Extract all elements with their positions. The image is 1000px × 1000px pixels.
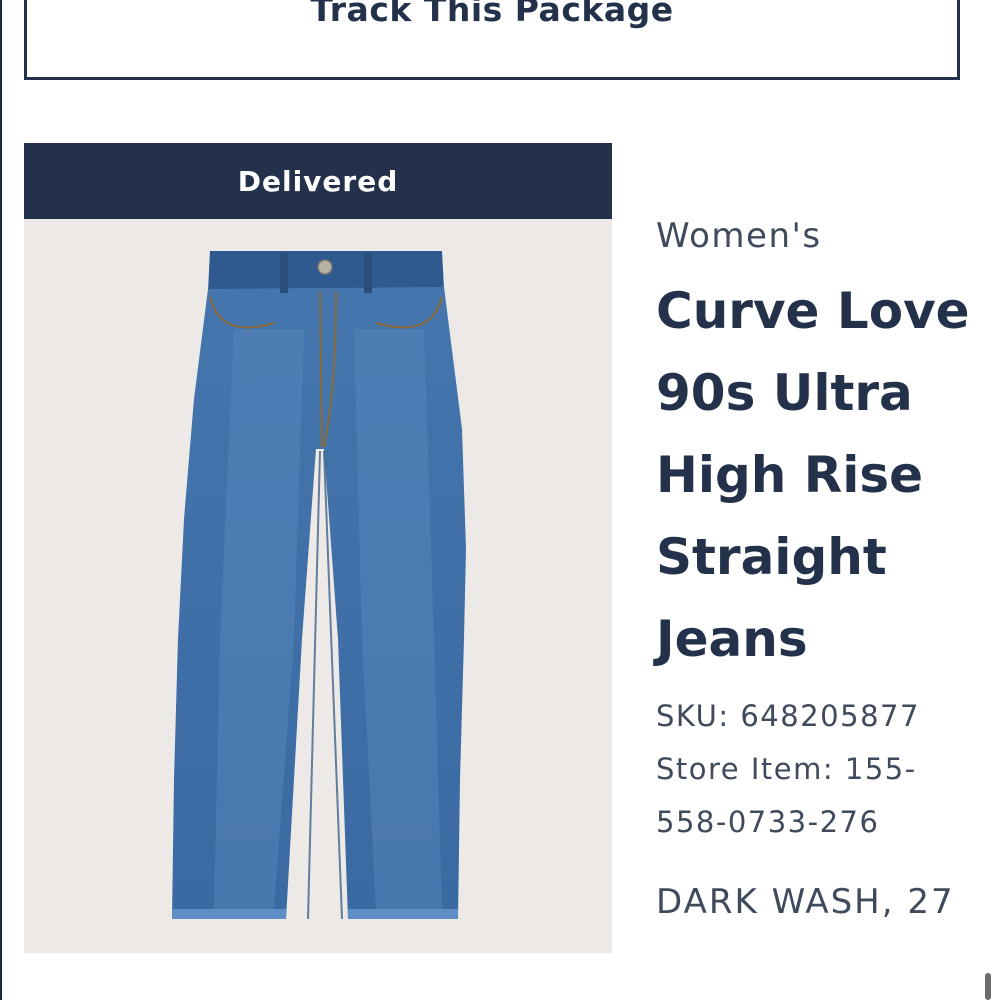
product-info: Women's Curve Love 90s Ultra High Rise S… (656, 210, 986, 931)
store-item-number: Store Item: 155-558-0733-276 (656, 752, 917, 839)
product-category: Women's (656, 216, 822, 256)
product-image[interactable] (24, 219, 612, 953)
track-package-button[interactable]: Track This Package (24, 0, 960, 80)
product-sku: SKU: 648205877 (656, 699, 920, 733)
order-detail-page: Track This Package Delivered Women's Cur… (0, 0, 1000, 1000)
product-title[interactable]: Curve Love 90s Ultra High Rise Straight … (656, 270, 976, 680)
product-variant: DARK WASH, 27 (656, 882, 955, 922)
left-edge-divider (0, 0, 2, 1000)
delivery-status-banner: Delivered (24, 143, 612, 219)
delivery-status-label: Delivered (237, 164, 399, 198)
scrollbar[interactable] (985, 973, 991, 1000)
track-package-label: Track This Package (310, 0, 674, 29)
product-card[interactable]: Delivered (24, 143, 612, 953)
